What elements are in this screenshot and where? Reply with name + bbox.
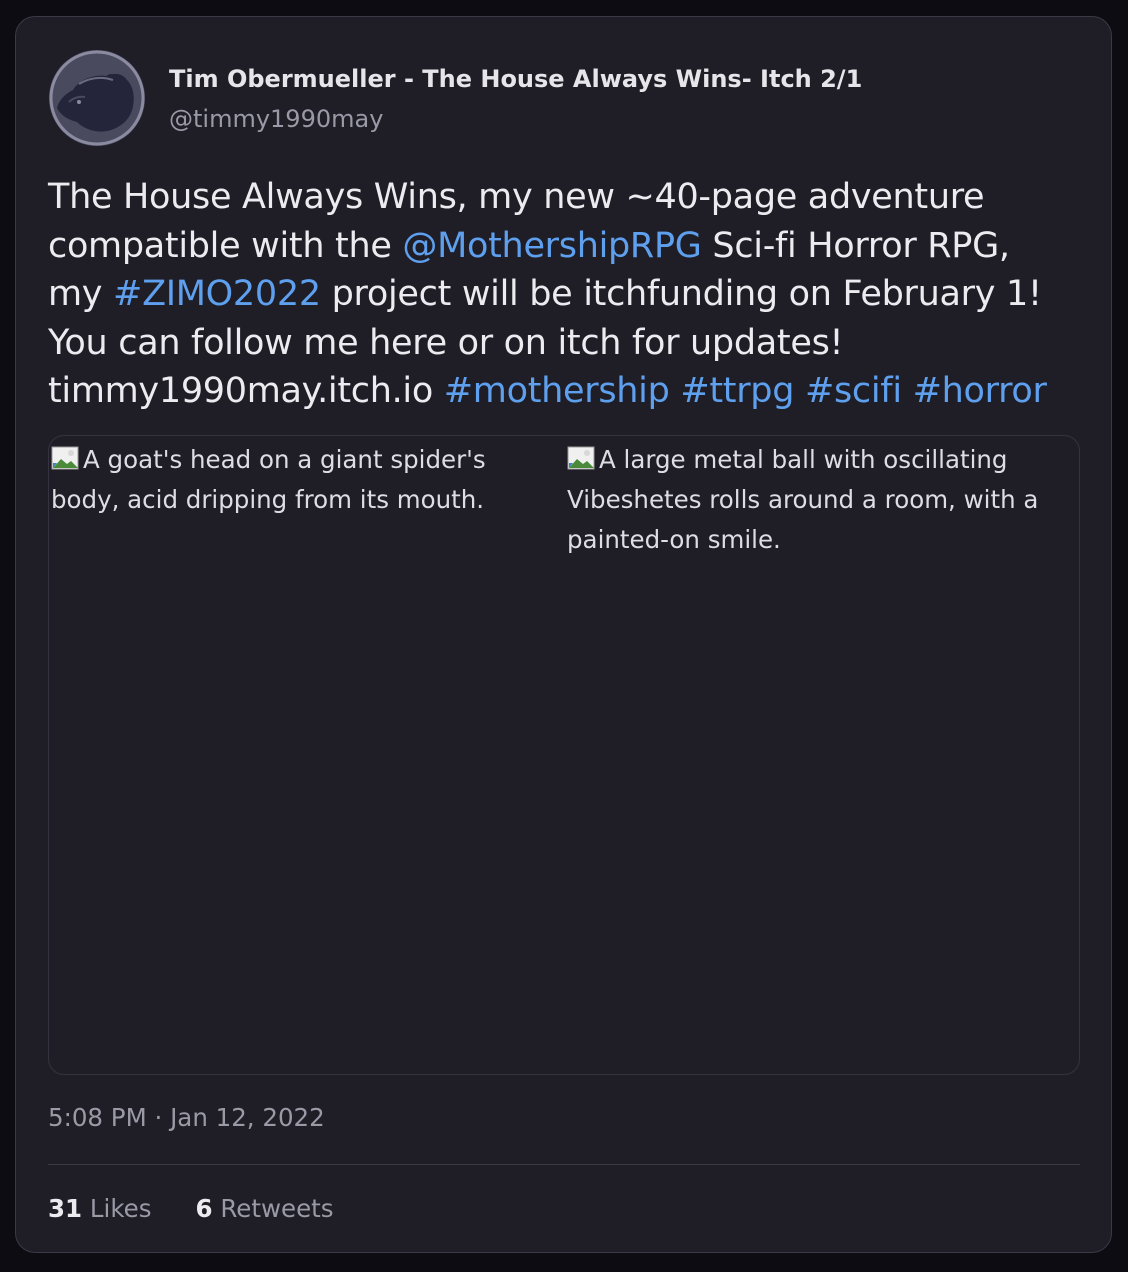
retweets-stat[interactable]: 6 Retweets xyxy=(196,1194,334,1223)
avatar[interactable] xyxy=(49,50,145,146)
media-image-2[interactable]: A large metal ball with oscillating Vibe… xyxy=(567,440,1067,560)
media-image-1[interactable]: A goat's head on a giant spider's body, … xyxy=(51,440,521,520)
tweet-text-segment: timmy1990may.itch.io xyxy=(48,371,444,411)
media-grid[interactable]: A goat's head on a giant spider's body, … xyxy=(48,435,1080,1075)
media-alt-text: A goat's head on a giant spider's body, … xyxy=(51,445,486,514)
hashtag-link[interactable]: #mothership xyxy=(444,371,670,411)
author-name[interactable]: Tim Obermueller - The House Always Wins-… xyxy=(169,65,862,93)
likes-count: 31 xyxy=(48,1194,83,1223)
tweet-text: The House Always Wins, my new ~40-page a… xyxy=(48,173,1088,416)
author-handle[interactable]: @timmy1990may xyxy=(169,105,383,133)
tweet-text-line: The House Always Wins, my new ~40-page a… xyxy=(48,173,1088,222)
media-alt-text: A large metal ball with oscillating Vibe… xyxy=(567,445,1039,554)
tweet-stats: 31 Likes 6 Retweets xyxy=(48,1194,378,1223)
tweet-card: Tim Obermueller - The House Always Wins-… xyxy=(15,16,1112,1253)
tweet-text-line: timmy1990may.itch.io #mothership #ttrpg … xyxy=(48,367,1088,416)
divider xyxy=(48,1164,1080,1165)
hashtag-link[interactable]: #ttrpg xyxy=(680,371,794,411)
tweet-text-segment xyxy=(902,371,913,411)
tweet-text-segment: my xyxy=(48,274,114,314)
tweet-text-segment: Sci-fi Horror RPG, xyxy=(701,225,1010,266)
tweet-text-line: compatible with the @MothershipRPG Sci-f… xyxy=(48,222,1088,271)
bear-avatar-icon xyxy=(49,50,145,146)
retweets-label: Retweets xyxy=(220,1194,334,1223)
tweet-timestamp[interactable]: 5:08 PM · Jan 12, 2022 xyxy=(48,1103,325,1132)
hashtag-link[interactable]: #ZIMO2022 xyxy=(113,274,321,314)
hashtag-link[interactable]: #horror xyxy=(913,371,1047,411)
tweet-text-segment xyxy=(670,371,681,411)
tweet-text-segment xyxy=(794,371,805,411)
broken-image-icon xyxy=(51,446,79,470)
tweet-text-line: my #ZIMO2022 project will be itchfunding… xyxy=(48,270,1088,319)
tweet-text-segment: The House Always Wins, my new ~40-page a… xyxy=(48,177,985,217)
hashtag-link[interactable]: #scifi xyxy=(805,371,902,411)
broken-image-icon xyxy=(567,446,595,470)
tweet-text-line: You can follow me here or on itch for up… xyxy=(48,319,1088,368)
retweets-count: 6 xyxy=(195,1194,213,1223)
likes-label: Likes xyxy=(89,1194,152,1223)
tweet-text-segment: You can follow me here or on itch for up… xyxy=(48,322,844,363)
tweet-text-segment: compatible with the xyxy=(48,225,403,266)
mention-link[interactable]: @MothershipRPG xyxy=(402,226,701,266)
likes-stat[interactable]: 31 Likes xyxy=(48,1194,152,1223)
tweet-text-segment: project will be itchfunding on February … xyxy=(320,274,1042,314)
